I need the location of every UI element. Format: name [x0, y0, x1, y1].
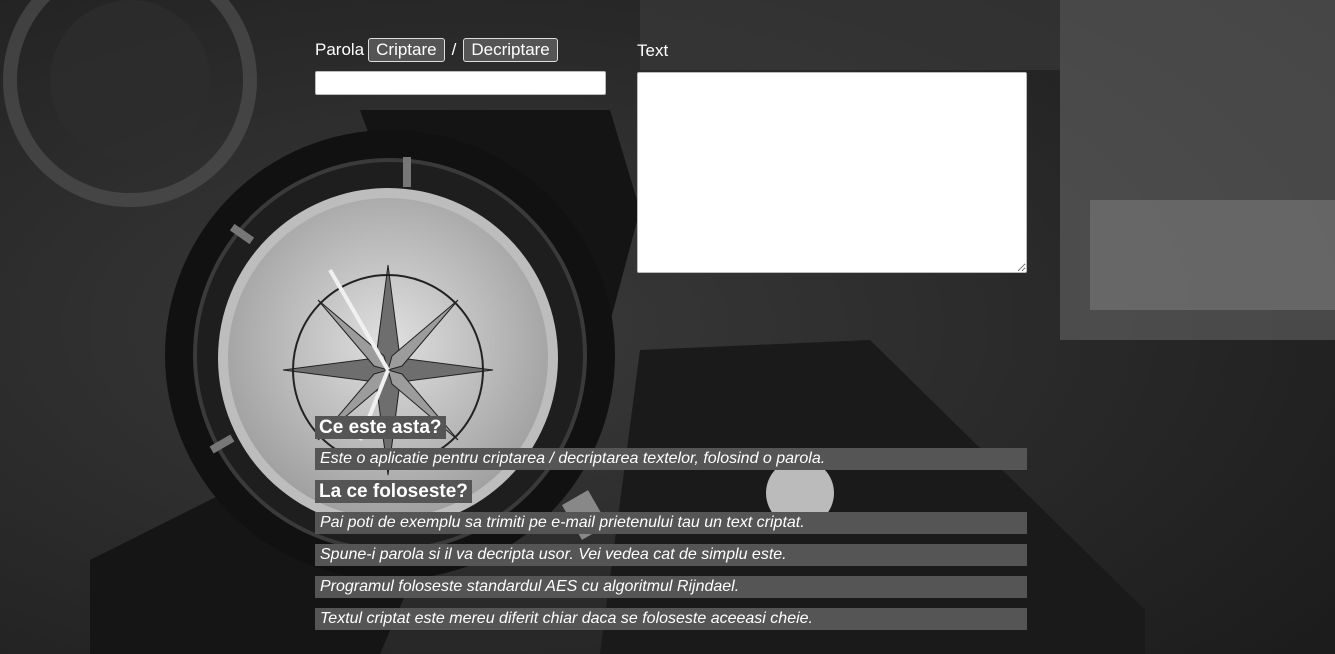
- password-label-row: Parola Criptare / Decriptare: [315, 38, 558, 62]
- text-label: Text: [637, 41, 669, 60]
- password-label: Parola: [315, 40, 365, 59]
- button-separator: /: [451, 40, 457, 59]
- decrypt-button[interactable]: Decriptare: [463, 38, 558, 62]
- encrypt-button[interactable]: Criptare: [368, 38, 445, 62]
- info-section: Ce este asta? Este o aplicatie pentru cr…: [315, 416, 1027, 630]
- info-paragraph: Spune-i parola si il va decripta usor. V…: [315, 544, 1027, 566]
- password-input[interactable]: [315, 71, 606, 95]
- info-paragraph: Programul foloseste standardul AES cu al…: [315, 576, 1027, 598]
- info-paragraph: Textul criptat este mereu diferit chiar …: [315, 608, 1027, 630]
- info-paragraph: Este o aplicatie pentru criptarea / decr…: [315, 448, 1027, 470]
- heading-what-for: La ce foloseste?: [315, 480, 472, 503]
- heading-what-is-this: Ce este asta?: [315, 416, 446, 439]
- text-input[interactable]: [637, 72, 1027, 273]
- info-paragraph: Pai poti de exemplu sa trimiti pe e-mail…: [315, 512, 1027, 534]
